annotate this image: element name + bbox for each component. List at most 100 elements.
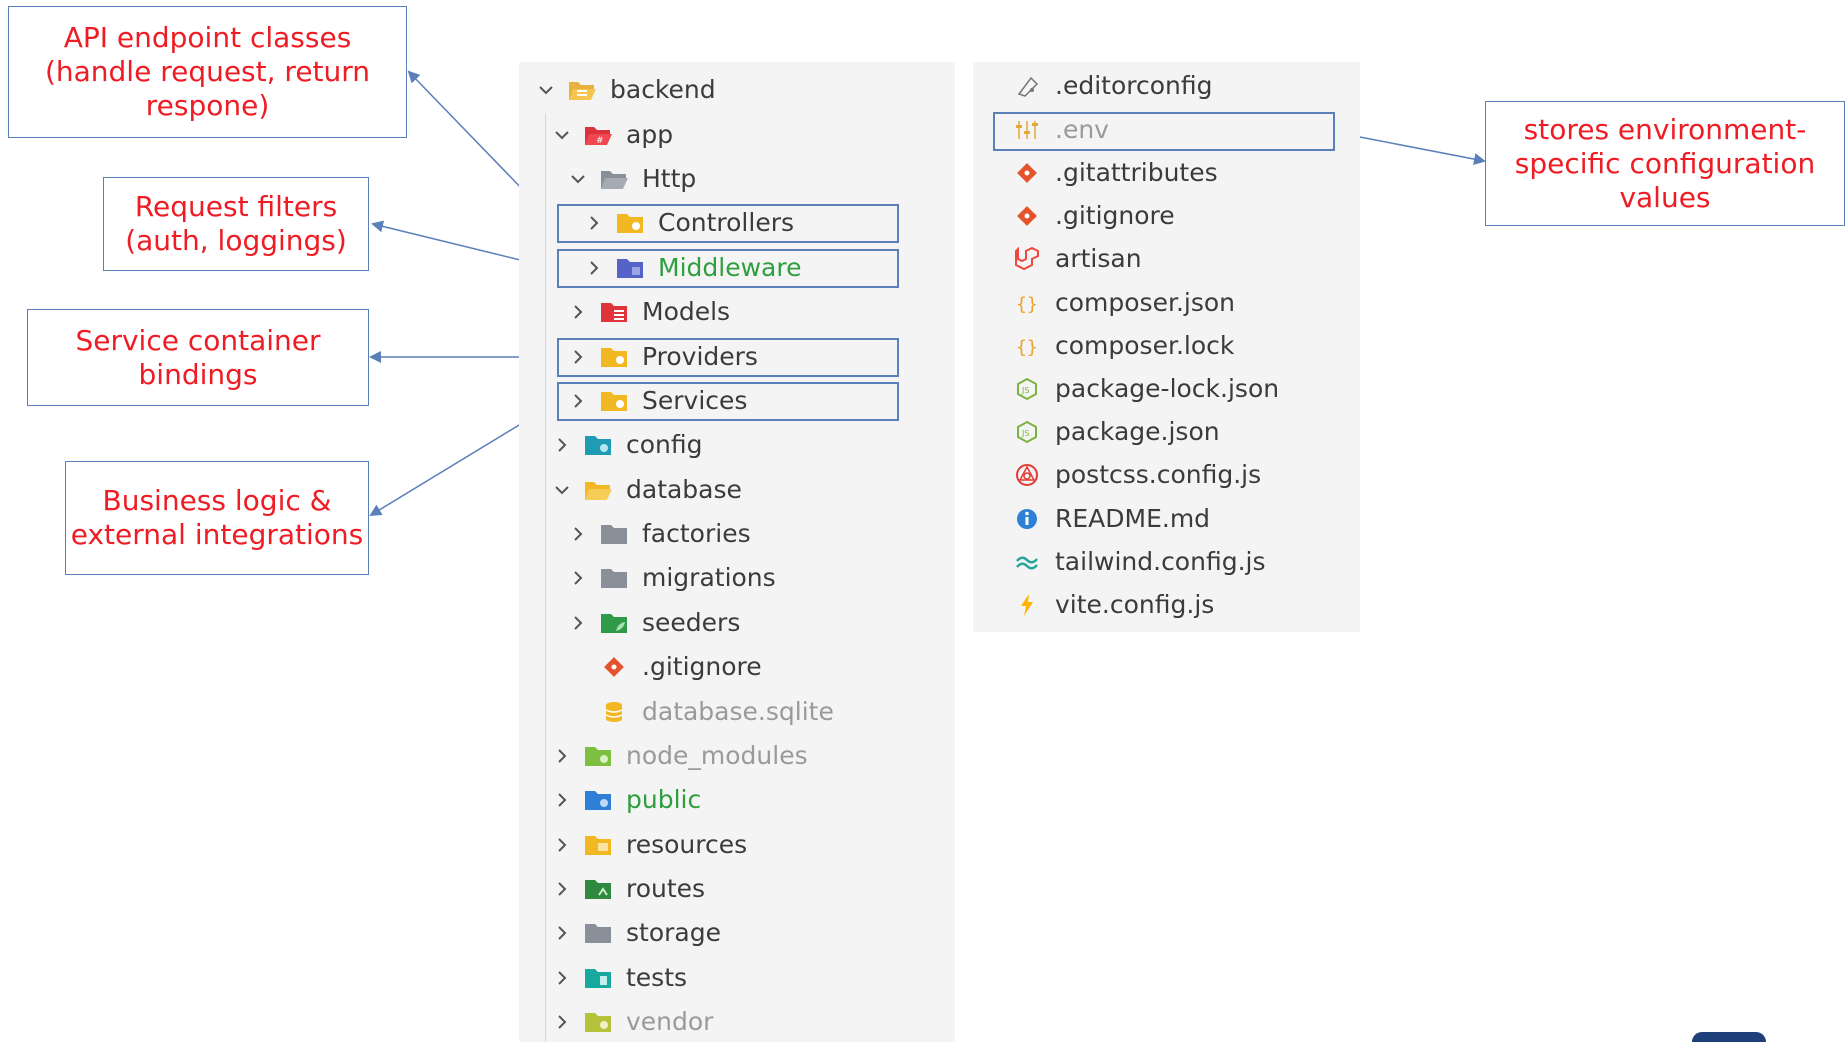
info-icon xyxy=(1013,507,1041,531)
file-label: package.json xyxy=(1055,417,1220,446)
folder-icon xyxy=(600,566,628,590)
file-vite-config[interactable]: vite.config.js xyxy=(1013,585,1214,625)
file-label: .gitattributes xyxy=(1055,158,1218,187)
tree-item-label: database.sqlite xyxy=(642,697,834,726)
tree-item-label: .gitignore xyxy=(642,652,762,681)
tree-item-backend[interactable]: backend xyxy=(538,70,716,110)
tree-item-label: tests xyxy=(626,963,688,992)
folder-icon xyxy=(600,300,628,324)
tree-item-label: vendor xyxy=(626,1007,714,1036)
file-label: composer.json xyxy=(1055,288,1236,317)
chevron-right-icon xyxy=(554,748,570,764)
file-artisan[interactable]: artisan xyxy=(1013,239,1142,279)
file-label: package-lock.json xyxy=(1055,374,1280,403)
tree-item-public[interactable]: public xyxy=(554,780,701,820)
folder-open-icon xyxy=(568,78,596,102)
chevron-right-icon xyxy=(570,526,586,542)
folder-icon xyxy=(584,744,612,768)
tree-item-label: seeders xyxy=(642,608,741,637)
tree-item-config[interactable]: config xyxy=(554,425,703,465)
svg-text:{}: {} xyxy=(1016,337,1038,358)
tree-item-label: resources xyxy=(626,830,748,859)
file-package-lock-json[interactable]: JS package-lock.json xyxy=(1013,369,1279,409)
file-package-json[interactable]: JS package.json xyxy=(1013,412,1220,452)
folder-open-icon xyxy=(600,167,628,191)
chevron-right-icon xyxy=(554,881,570,897)
tree-item-database[interactable]: database xyxy=(554,470,742,510)
json-braces-icon: {} xyxy=(1013,291,1041,315)
folder-icon xyxy=(584,877,612,901)
corner-badge xyxy=(1692,1032,1766,1042)
laravel-icon xyxy=(1013,247,1041,271)
tree-item-label: config xyxy=(626,430,703,459)
chevron-right-icon xyxy=(554,1014,570,1030)
tree-item-storage[interactable]: storage xyxy=(554,913,721,953)
file-label: tailwind.config.js xyxy=(1055,547,1266,576)
tree-item-routes[interactable]: routes xyxy=(554,869,705,909)
tree-item-migrations[interactable]: migrations xyxy=(570,558,776,598)
json-braces-icon: {} xyxy=(1013,334,1041,358)
git-icon xyxy=(1013,204,1041,228)
callout-env: stores environment-specific configuratio… xyxy=(1485,101,1845,226)
tree-item-node-modules[interactable]: node_modules xyxy=(554,736,808,776)
file-label: vite.config.js xyxy=(1055,590,1215,619)
tree-item-label: backend xyxy=(610,75,716,104)
tree-item-label: Http xyxy=(642,164,697,193)
folder-open-icon xyxy=(584,478,612,502)
tree-item-seeders[interactable]: seeders xyxy=(570,603,740,643)
callout-controllers-text: API endpoint classes (handle request, re… xyxy=(44,21,371,122)
tree-item-models[interactable]: Models xyxy=(570,292,730,332)
chevron-right-icon xyxy=(554,437,570,453)
file-label: artisan xyxy=(1055,244,1142,273)
tree-item-tests[interactable]: tests xyxy=(554,958,687,998)
callout-services-text: Business logic & external integrations xyxy=(70,484,364,551)
svg-text:JS: JS xyxy=(1021,386,1029,395)
tree-item-app[interactable]: # app xyxy=(554,115,673,155)
tree-item-db-gitignore[interactable]: .gitignore xyxy=(570,647,762,687)
tree-item-vendor[interactable]: vendor xyxy=(554,1002,713,1042)
indent-guide xyxy=(545,113,546,1042)
tree-item-label: migrations xyxy=(642,563,776,592)
callout-middleware-text: Request filters (auth, loggings) xyxy=(125,190,347,257)
chevron-right-icon xyxy=(554,925,570,941)
chevron-right-icon xyxy=(554,792,570,808)
tree-item-label: routes xyxy=(626,874,706,903)
highlight-controllers xyxy=(557,204,899,243)
chevron-down-icon xyxy=(554,482,570,498)
file-gitignore[interactable]: .gitignore xyxy=(1013,196,1175,236)
file-label: README.md xyxy=(1055,504,1211,533)
file-composer-json[interactable]: {} composer.json xyxy=(1013,283,1235,323)
tree-item-resources[interactable]: resources xyxy=(554,825,747,865)
file-tailwind-config[interactable]: tailwind.config.js xyxy=(1013,542,1266,582)
callout-middleware: Request filters (auth, loggings) xyxy=(103,177,369,271)
folder-icon xyxy=(584,833,612,857)
tree-item-label: factories xyxy=(642,519,751,548)
git-icon xyxy=(600,655,628,679)
tree-item-label: Models xyxy=(642,297,731,326)
tree-item-database-sqlite[interactable]: database.sqlite xyxy=(570,692,834,732)
tree-item-label: app xyxy=(626,120,674,149)
folder-icon xyxy=(600,611,628,635)
postcss-icon xyxy=(1013,463,1041,487)
file-label: postcss.config.js xyxy=(1055,460,1262,489)
chevron-down-icon xyxy=(570,171,586,187)
callout-providers: Service container bindings xyxy=(27,309,369,406)
file-postcss-config[interactable]: postcss.config.js xyxy=(1013,455,1261,495)
tree-item-factories[interactable]: factories xyxy=(570,514,751,554)
nodejs-icon: JS xyxy=(1013,377,1041,401)
vite-lightning-icon xyxy=(1013,593,1041,617)
highlight-providers xyxy=(557,338,899,377)
folder-icon xyxy=(600,522,628,546)
folder-icon xyxy=(584,433,612,457)
highlight-services xyxy=(557,382,899,421)
file-gitattributes[interactable]: .gitattributes xyxy=(1013,153,1218,193)
tree-item-http[interactable]: Http xyxy=(570,159,696,199)
chevron-down-icon xyxy=(538,82,554,98)
file-composer-lock[interactable]: {} composer.lock xyxy=(1013,326,1234,366)
folder-open-icon: # xyxy=(584,123,612,147)
chevron-right-icon xyxy=(570,304,586,320)
file-editorconfig[interactable]: .editorconfig xyxy=(1013,66,1212,106)
tree-item-label: public xyxy=(626,785,702,814)
tree-item-label: database xyxy=(626,475,742,504)
file-readme[interactable]: README.md xyxy=(1013,499,1210,539)
